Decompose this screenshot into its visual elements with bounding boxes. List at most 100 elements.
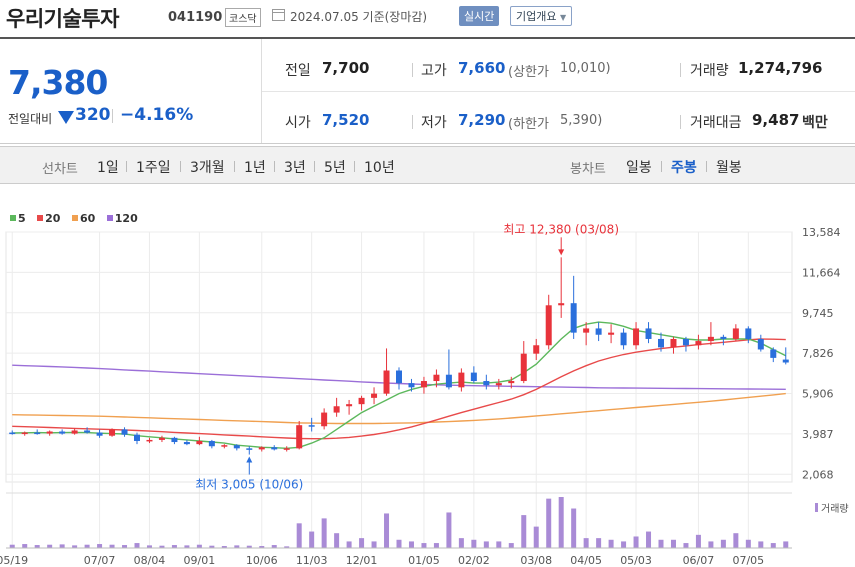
candle-body bbox=[358, 397, 365, 405]
volume-bar bbox=[496, 541, 502, 548]
candle-body bbox=[533, 345, 540, 354]
candle-body bbox=[96, 432, 103, 436]
period-3month[interactable]: 3개월 bbox=[190, 157, 225, 177]
current-price-box: 7,380 전일대비 320 −4.16% bbox=[0, 39, 262, 143]
candle-body bbox=[595, 328, 602, 335]
candle-weekly[interactable]: 주봉 bbox=[671, 157, 697, 177]
candle-chart-label: 봉차트 bbox=[570, 162, 606, 177]
volume-bar bbox=[309, 531, 315, 548]
candle-body bbox=[707, 336, 714, 342]
x-tick-label: 05/19 bbox=[0, 554, 28, 567]
volume-bar bbox=[583, 538, 589, 548]
period-1week[interactable]: 1주일 bbox=[136, 157, 171, 177]
candle-body bbox=[570, 303, 577, 333]
low-value: 7,290 bbox=[458, 111, 506, 129]
y-tick-label: 5,906 bbox=[802, 388, 834, 401]
change-percent: −4.16% bbox=[120, 105, 194, 125]
volume-bar bbox=[321, 518, 327, 548]
y-tick-label: 3,987 bbox=[802, 428, 834, 441]
realtime-button[interactable]: 실시간 bbox=[459, 6, 500, 26]
candle-body bbox=[782, 359, 789, 363]
volume-bar bbox=[408, 541, 414, 548]
period-3year[interactable]: 3년 bbox=[284, 157, 306, 177]
candle-daily[interactable]: 일봉 bbox=[626, 157, 652, 177]
candle-body bbox=[545, 305, 552, 346]
company-overview-label: 기업개요 bbox=[516, 10, 557, 23]
high-label: 고가 bbox=[421, 63, 447, 79]
change-value: 320 bbox=[75, 105, 111, 125]
volume-bar bbox=[558, 497, 564, 548]
volume-bar bbox=[758, 541, 764, 548]
volume-bar bbox=[296, 523, 302, 548]
volume-bar bbox=[396, 539, 402, 548]
legend-ma120: 120 bbox=[106, 212, 138, 225]
candle-body bbox=[658, 338, 664, 348]
period-divider bbox=[706, 161, 707, 172]
volume-bar bbox=[433, 543, 439, 548]
volume-bar bbox=[221, 546, 227, 548]
candle-monthly[interactable]: 월봉 bbox=[716, 157, 742, 177]
quote-date-value: 2024.07.05 bbox=[290, 10, 359, 24]
volume-value: 1,274,796 bbox=[738, 59, 823, 77]
x-tick-label: 02/02 bbox=[458, 554, 490, 567]
period-1year[interactable]: 1년 bbox=[244, 157, 266, 177]
x-tick-label: 08/04 bbox=[134, 554, 166, 567]
amount-value: 9,487 bbox=[752, 111, 800, 129]
volume-bar bbox=[246, 545, 252, 548]
y-tick-label: 2,068 bbox=[802, 468, 834, 481]
x-tick-label: 01/05 bbox=[408, 554, 440, 567]
candle-body bbox=[321, 412, 328, 427]
legend-ma20: 20 bbox=[37, 212, 60, 225]
ma120-line bbox=[12, 364, 786, 390]
legend-label-ma5: 5 bbox=[18, 212, 26, 225]
low-label: 저가 bbox=[421, 115, 447, 131]
period-1day[interactable]: 1일 bbox=[97, 157, 119, 177]
quote-panel: 7,380 전일대비 320 −4.16% 전일 7,700 고가 7,660 … bbox=[0, 37, 855, 144]
volume-bar bbox=[209, 545, 215, 548]
open-label: 시가 bbox=[285, 115, 311, 131]
volume-bar bbox=[359, 538, 365, 548]
down-arrow-icon bbox=[58, 111, 74, 124]
volume-bar bbox=[334, 533, 340, 548]
x-tick-label: 09/01 bbox=[184, 554, 216, 567]
volume-bar bbox=[521, 515, 527, 548]
calendar-icon bbox=[272, 9, 285, 21]
candle-body bbox=[308, 425, 315, 427]
candle-body bbox=[34, 432, 41, 435]
stock-code: 041190 bbox=[168, 10, 223, 25]
x-tick-label: 10/06 bbox=[246, 554, 278, 567]
legend-ma60: 60 bbox=[71, 212, 95, 225]
volume-bar bbox=[546, 498, 552, 548]
candle-body bbox=[283, 448, 290, 450]
amount-label: 거래대금 bbox=[690, 115, 742, 131]
high-arrow-head bbox=[558, 249, 565, 256]
chart-legend: 5 20 60 120 bbox=[10, 212, 146, 225]
x-tick-label: 07/05 bbox=[732, 554, 764, 567]
candle-body bbox=[508, 381, 515, 384]
volume-bar bbox=[571, 508, 577, 548]
high-annotation: 최고 12,380 (03/08) bbox=[503, 222, 619, 236]
candle-body bbox=[183, 442, 190, 445]
volume-bar bbox=[508, 543, 514, 548]
period-5year[interactable]: 5년 bbox=[324, 157, 346, 177]
quote-divider bbox=[680, 63, 681, 77]
candle-body bbox=[520, 353, 527, 382]
candle-body bbox=[134, 434, 140, 441]
volume-legend-swatch bbox=[815, 503, 818, 512]
candle-body bbox=[408, 383, 415, 388]
candle-body bbox=[121, 429, 128, 435]
prev-close-value: 7,700 bbox=[322, 59, 370, 77]
candle-body bbox=[583, 328, 590, 333]
period-10year[interactable]: 10년 bbox=[364, 157, 395, 177]
volume-label: 거래량 bbox=[690, 63, 729, 79]
volume-bar bbox=[84, 544, 90, 548]
candle-body bbox=[346, 404, 353, 407]
candle-body bbox=[296, 425, 303, 449]
company-overview-button[interactable]: 기업개요 ▼ bbox=[510, 6, 573, 26]
ma5-line bbox=[12, 321, 787, 450]
candle-body bbox=[371, 393, 378, 398]
candle-body bbox=[670, 338, 677, 348]
volume-bar bbox=[259, 546, 265, 548]
candle-body bbox=[458, 372, 465, 388]
candle-body bbox=[732, 328, 739, 339]
